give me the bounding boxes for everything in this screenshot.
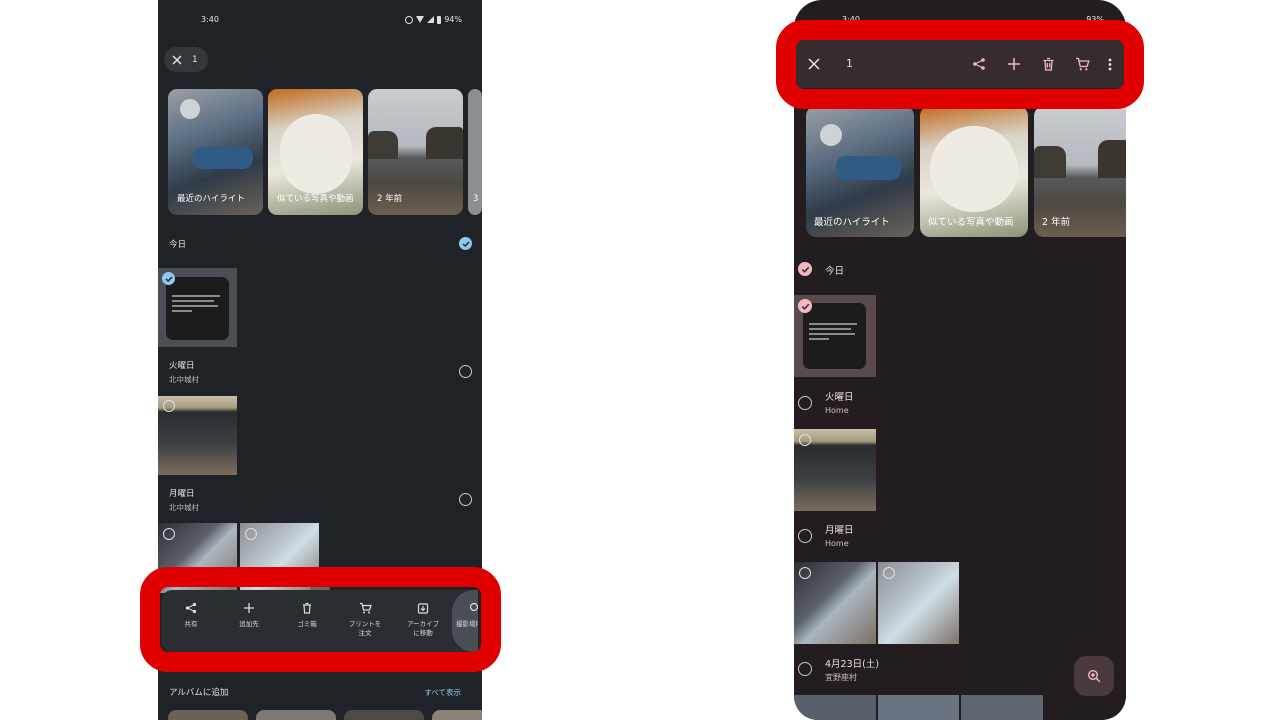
photo-select-ring[interactable] xyxy=(799,567,811,579)
album-card[interactable] xyxy=(168,710,248,720)
highlight-box-bottom-actions xyxy=(140,567,501,672)
photo-thumbnail-selected[interactable] xyxy=(794,295,876,377)
section-select-apr23[interactable] xyxy=(798,662,812,676)
photo-thumbnail-selected[interactable] xyxy=(158,268,237,347)
photo-thumbnail[interactable] xyxy=(878,695,959,720)
highlight-label: 似ている写真や動画 xyxy=(928,217,1014,228)
album-card[interactable] xyxy=(344,710,424,720)
status-time: 3:40 xyxy=(201,15,219,24)
section-place-apr23: 宜野座村 xyxy=(825,673,857,682)
photo-thumbnail[interactable] xyxy=(794,695,876,720)
photo-check[interactable] xyxy=(162,272,175,285)
photo-select-ring[interactable] xyxy=(799,434,811,446)
selection-count: 1 xyxy=(192,54,198,65)
section-place-tuesday: 北中城村 xyxy=(169,375,199,384)
section-select-monday[interactable] xyxy=(798,529,812,543)
highlight-card[interactable]: 3 xyxy=(468,89,482,215)
selection-chip[interactable]: 1 xyxy=(164,47,208,72)
album-row xyxy=(168,710,482,720)
highlight-card[interactable]: 最近のハイライト xyxy=(806,106,914,237)
check-icon xyxy=(801,303,809,310)
section-check-today[interactable] xyxy=(798,262,812,276)
see-all-link[interactable]: すべて表示 xyxy=(424,687,461,698)
highlight-label: 2 年前 xyxy=(377,194,403,204)
section-title-tuesday: 火曜日 xyxy=(825,392,854,403)
status-bar: 3:40 94% xyxy=(158,14,482,28)
highlight-label: 似ている写真や動画 xyxy=(277,194,354,204)
photo-select-ring[interactable] xyxy=(163,528,175,540)
section-title-monday: 月曜日 xyxy=(169,489,195,499)
battery-percent: 94% xyxy=(444,15,462,24)
section-check-today[interactable] xyxy=(459,237,472,250)
highlight-card[interactable]: 2 年前 xyxy=(368,89,463,215)
section-place-monday: 北中城村 xyxy=(169,503,199,512)
highlight-card[interactable]: 似ている写真や動画 xyxy=(268,89,363,215)
check-icon xyxy=(165,276,173,282)
highlight-card[interactable]: 2 年前 xyxy=(1034,106,1126,237)
photo-check[interactable] xyxy=(798,299,812,313)
status-icons: 94% xyxy=(405,15,462,24)
section-title-tuesday: 火曜日 xyxy=(169,361,195,371)
photo-thumbnail[interactable] xyxy=(794,562,876,644)
highlight-box-top-toolbar xyxy=(776,20,1144,109)
photo-select-ring[interactable] xyxy=(245,528,257,540)
check-icon xyxy=(462,241,470,247)
zoom-in-icon xyxy=(1087,669,1101,683)
photo-thumbnail[interactable] xyxy=(158,396,237,475)
album-section-title: アルバムに追加 xyxy=(169,688,229,698)
photo-thumbnail[interactable] xyxy=(961,695,1043,720)
section-select-tuesday[interactable] xyxy=(798,396,812,410)
wifi-icon xyxy=(416,16,425,23)
screenshot-preview xyxy=(166,277,229,340)
photo-thumbnail[interactable] xyxy=(878,562,959,644)
section-title-monday: 月曜日 xyxy=(825,525,854,536)
check-icon xyxy=(801,266,809,273)
highlight-card[interactable]: 似ている写真や動画 xyxy=(920,106,1028,237)
highlights-carousel[interactable]: 最近のハイライト 似ている写真や動画 2 年前 3 xyxy=(168,89,482,215)
section-title-apr23: 4月23日(土) xyxy=(825,659,880,670)
section-select-tuesday[interactable] xyxy=(459,365,472,378)
zoom-button[interactable] xyxy=(1074,656,1114,696)
highlight-label: 3 xyxy=(473,194,479,204)
highlight-label: 最近のハイライト xyxy=(177,194,245,204)
section-place-tuesday: Home xyxy=(825,406,849,415)
signal-icon xyxy=(427,16,435,23)
highlights-carousel[interactable]: 最近のハイライト 似ている写真や動画 2 年前 xyxy=(806,106,1126,237)
photo-thumbnail[interactable] xyxy=(794,429,876,511)
section-place-monday: Home xyxy=(825,539,849,548)
section-title-today: 今日 xyxy=(169,240,187,250)
photo-select-ring[interactable] xyxy=(163,400,175,412)
section-title-today: 今日 xyxy=(825,266,845,277)
highlight-card[interactable]: 最近のハイライト xyxy=(168,89,263,215)
photo-select-ring[interactable] xyxy=(883,567,895,579)
close-icon[interactable] xyxy=(172,55,182,65)
section-select-monday[interactable] xyxy=(459,493,472,506)
screenshot-preview xyxy=(803,303,866,369)
highlight-label: 2 年前 xyxy=(1042,217,1071,228)
dnd-icon xyxy=(405,15,414,24)
highlight-label: 最近のハイライト xyxy=(814,217,890,228)
album-card[interactable] xyxy=(256,710,336,720)
album-card[interactable] xyxy=(432,710,482,720)
battery-icon xyxy=(437,15,442,24)
